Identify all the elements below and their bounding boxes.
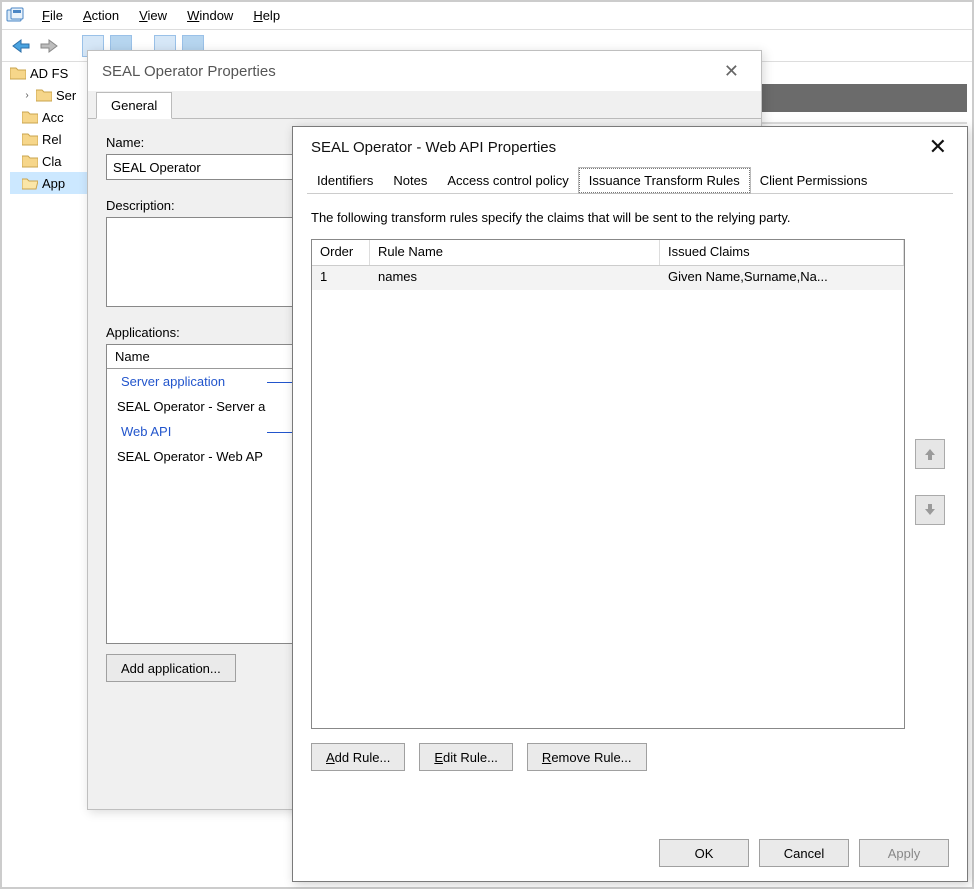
divider [762,122,967,124]
edit-rule-button[interactable]: Edit Rule... [419,743,513,771]
move-down-button[interactable] [915,495,945,525]
tree-item-label: Acc [42,110,64,125]
back-arrow-icon[interactable] [10,35,32,57]
folder-icon [10,66,26,80]
cell-rule-name: names [370,266,660,290]
applications-list[interactable]: Name Server application SEAL Operator - … [106,344,306,644]
remove-rule-button[interactable]: Remove Rule... [527,743,647,771]
dialog2-title: SEAL Operator - Web API Properties [311,139,556,156]
app-group-server: Server application [107,369,305,394]
folder-icon [22,132,38,146]
tree-view: AD FS › Ser Acc Rel Cla App [10,62,92,194]
close-icon[interactable]: ✕ [716,57,747,86]
folder-icon [22,110,38,124]
tree-item-2[interactable]: Rel [10,128,92,150]
expander-icon[interactable]: › [22,90,32,101]
col-rule-name[interactable]: Rule Name [370,240,660,265]
tab-notes[interactable]: Notes [383,168,437,193]
cell-order: 1 [312,266,370,290]
actions-pane-header [762,84,967,112]
arrow-down-icon [923,503,937,517]
rules-description: The following transform rules specify th… [311,210,949,225]
menu-view[interactable]: View [129,4,177,27]
menu-file[interactable]: File [32,4,73,27]
tree-root-label: AD FS [30,66,68,81]
apply-button[interactable]: Apply [859,839,949,867]
order-buttons [915,239,949,771]
ok-button[interactable]: OK [659,839,749,867]
dialog2-footer: OK Cancel Apply [659,839,949,867]
app-item-server[interactable]: SEAL Operator - Server a [107,394,305,419]
forward-arrow-icon[interactable] [38,35,60,57]
tree-item-label: Rel [42,132,62,147]
tab-identifiers[interactable]: Identifiers [307,168,383,193]
col-issued-claims[interactable]: Issued Claims [660,240,904,265]
table-row[interactable]: 1 names Given Name,Surname,Na... [312,266,904,290]
menu-action[interactable]: Action [73,4,129,27]
tab-issuance-transform-rules[interactable]: Issuance Transform Rules [579,168,750,193]
tree-item-label: Cla [42,154,62,169]
menubar: File Action View Window Help [2,2,972,30]
cancel-button[interactable]: Cancel [759,839,849,867]
add-rule-button[interactable]: Add Rule... [311,743,405,771]
col-order[interactable]: Order [312,240,370,265]
tab-general[interactable]: General [96,92,172,119]
cell-issued-claims: Given Name,Surname,Na... [660,266,904,290]
tree-root[interactable]: AD FS [10,62,92,84]
tab-client-permissions[interactable]: Client Permissions [750,168,878,193]
tree-item-3[interactable]: Cla [10,150,92,172]
tree-item-1[interactable]: Acc [10,106,92,128]
folder-icon [22,154,38,168]
mmc-icon [6,7,24,25]
name-input[interactable] [106,154,306,180]
folder-icon [36,88,52,102]
menu-help[interactable]: Help [243,4,290,27]
tab-access-control-policy[interactable]: Access control policy [437,168,578,193]
applications-header[interactable]: Name [107,345,305,369]
add-application-button[interactable]: Add application... [106,654,236,682]
web-api-properties-dialog: SEAL Operator - Web API Properties ✕ Ide… [292,126,968,882]
description-input[interactable] [106,217,306,307]
rules-table[interactable]: Order Rule Name Issued Claims 1 names Gi… [311,239,905,729]
tree-item-label: Ser [56,88,76,103]
rules-table-header: Order Rule Name Issued Claims [312,240,904,266]
dialog1-titlebar[interactable]: SEAL Operator Properties ✕ [88,51,761,91]
dialog2-titlebar[interactable]: SEAL Operator - Web API Properties ✕ [293,127,967,167]
tree-item-4[interactable]: App [10,172,92,194]
app-group-webapi: Web API [107,419,305,444]
menu-window[interactable]: Window [177,4,243,27]
dialog2-tabstrip: Identifiers Notes Access control policy … [293,167,967,193]
move-up-button[interactable] [915,439,945,469]
dialog1-tabstrip: General [88,91,761,119]
tree-item-label: App [42,176,65,191]
folder-open-icon [22,176,38,190]
arrow-up-icon [923,447,937,461]
close-icon[interactable]: ✕ [921,130,955,164]
tree-item-0[interactable]: › Ser [10,84,92,106]
dialog1-title: SEAL Operator Properties [102,63,276,80]
app-item-webapi[interactable]: SEAL Operator - Web AP [107,444,305,469]
